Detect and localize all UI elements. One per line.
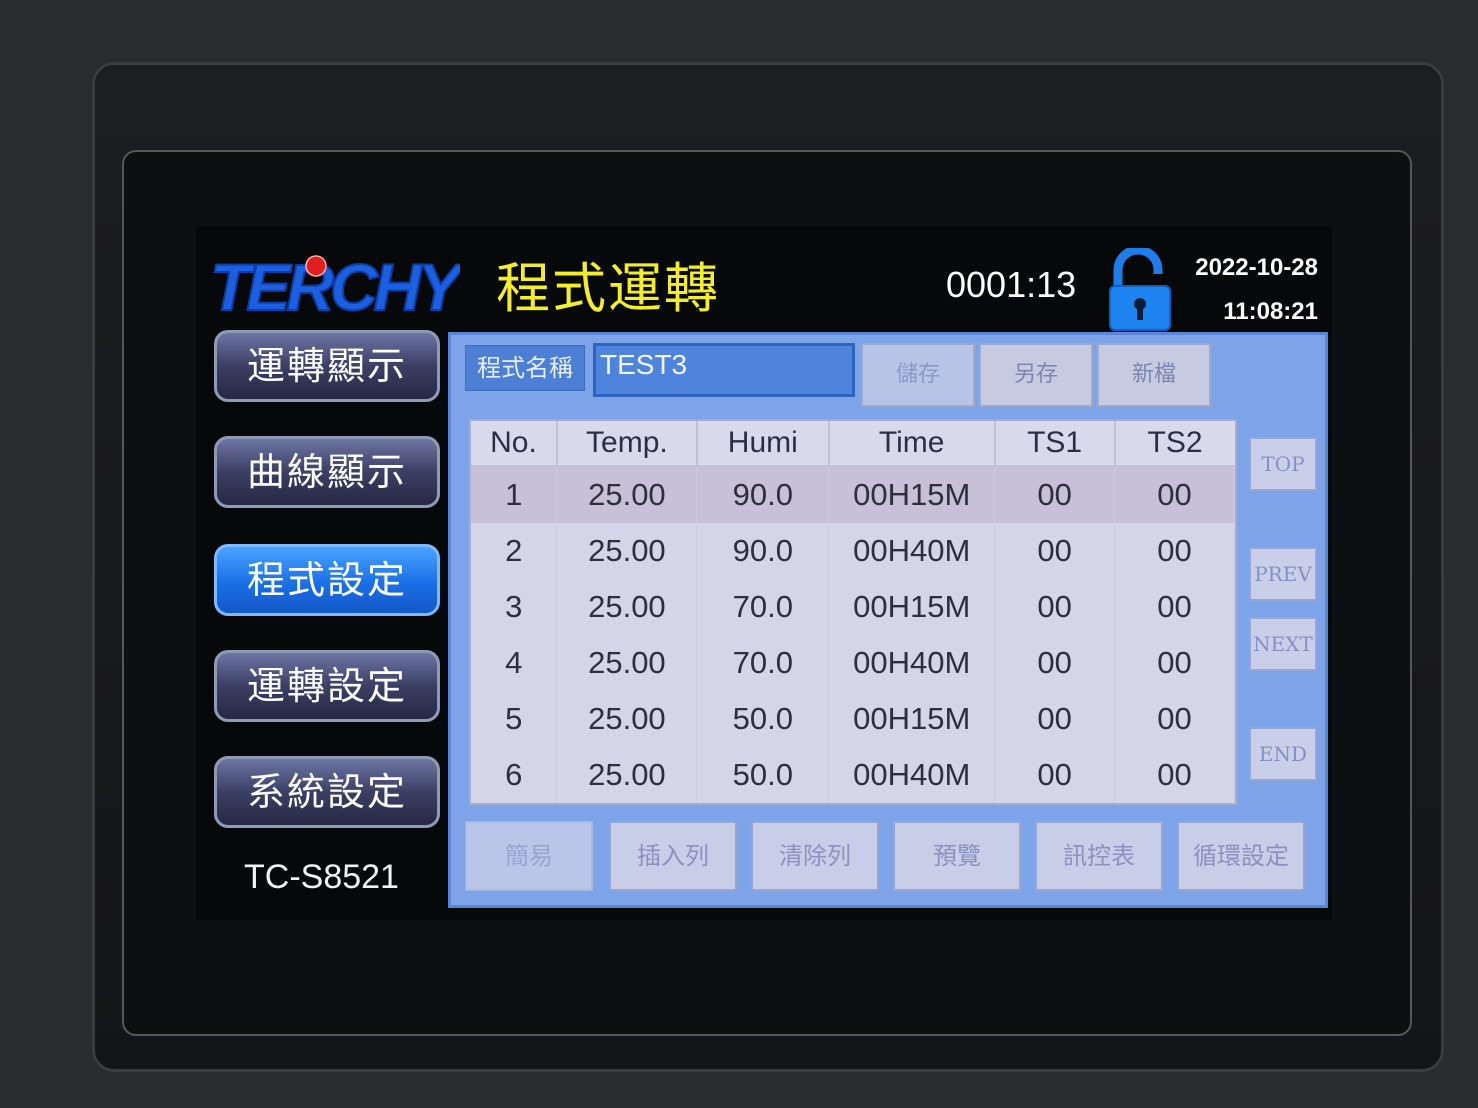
page-title: 程式運轉 (496, 257, 720, 320)
cell-time[interactable]: 00H15M (828, 691, 996, 747)
cell-no[interactable]: 3 (471, 579, 558, 635)
cell-temp[interactable]: 25.00 (556, 747, 698, 803)
cell-temp[interactable]: 25.00 (556, 523, 698, 579)
cell-no[interactable]: 6 (471, 747, 558, 803)
nav-curve-display[interactable]: 曲線顯示 (214, 436, 440, 508)
cell-time[interactable]: 00H40M (828, 635, 996, 691)
program-name-field[interactable]: TEST3 (593, 343, 855, 397)
cell-ts2[interactable]: 00 (1114, 691, 1235, 747)
cell-ts1[interactable]: 00 (994, 747, 1116, 803)
cell-temp[interactable]: 25.00 (556, 466, 698, 523)
cell-ts1[interactable]: 00 (994, 579, 1116, 635)
table-row[interactable]: 6 25.00 50.0 00H40M 00 00 (471, 747, 1235, 803)
next-button[interactable]: NEXT (1249, 617, 1317, 671)
hmi-screen: TERCHY 程式運轉 0001:13 2022-10-28 11:08:21 … (196, 226, 1332, 920)
table-row[interactable]: 1 25.00 90.0 00H15M 00 00 (471, 466, 1235, 523)
cell-no[interactable]: 4 (471, 635, 558, 691)
cell-humi[interactable]: 90.0 (696, 466, 830, 523)
cell-temp[interactable]: 25.00 (556, 691, 698, 747)
cell-time[interactable]: 00H15M (828, 466, 996, 523)
program-name-label: 程式名稱 (465, 345, 585, 391)
cell-ts2[interactable]: 00 (1114, 635, 1235, 691)
simple-button[interactable]: 簡易 (465, 821, 593, 891)
cell-humi[interactable]: 50.0 (696, 747, 830, 803)
date-display: 2022-10-28 (1195, 254, 1318, 281)
terchy-logo: TERCHY (210, 252, 460, 316)
nav-program-setting[interactable]: 程式設定 (214, 544, 440, 616)
clear-row-button[interactable]: 清除列 (751, 821, 879, 891)
preview-button[interactable]: 預覽 (893, 821, 1021, 891)
nav-run-display[interactable]: 運轉顯示 (214, 330, 440, 402)
cell-ts2[interactable]: 00 (1114, 523, 1235, 579)
cell-humi[interactable]: 90.0 (696, 523, 830, 579)
cell-ts1[interactable]: 00 (994, 466, 1116, 523)
table-row[interactable]: 4 25.00 70.0 00H40M 00 00 (471, 635, 1235, 691)
cell-temp[interactable]: 25.00 (556, 579, 698, 635)
save-as-button[interactable]: 另存 (979, 343, 1093, 407)
cell-no[interactable]: 5 (471, 691, 558, 747)
col-header-no: No. (471, 421, 558, 467)
col-header-ts2: TS2 (1114, 421, 1235, 467)
col-header-humi: Humi (696, 421, 830, 467)
cell-ts2[interactable]: 00 (1114, 466, 1235, 523)
cell-no[interactable]: 2 (471, 523, 558, 579)
loop-setting-button[interactable]: 循環設定 (1177, 821, 1305, 891)
cell-ts1[interactable]: 00 (994, 635, 1116, 691)
cell-temp[interactable]: 25.00 (556, 635, 698, 691)
model-label: TC-S8521 (244, 858, 399, 896)
table-row[interactable]: 3 25.00 70.0 00H15M 00 00 (471, 579, 1235, 635)
table-header-row: No. Temp. Humi Time TS1 TS2 (471, 421, 1235, 467)
insert-row-button[interactable]: 插入列 (609, 821, 737, 891)
cell-ts2[interactable]: 00 (1114, 747, 1235, 803)
run-counter: 0001:13 (946, 264, 1077, 305)
end-button[interactable]: END (1249, 727, 1317, 781)
table-row[interactable]: 2 25.00 90.0 00H40M 00 00 (471, 523, 1235, 579)
col-header-ts1: TS1 (994, 421, 1116, 467)
cell-ts1[interactable]: 00 (994, 691, 1116, 747)
nav-system-setting[interactable]: 系統設定 (214, 756, 440, 828)
time-display: 11:08:21 (1223, 298, 1318, 325)
unlock-icon[interactable] (1106, 248, 1172, 332)
cell-ts2[interactable]: 00 (1114, 579, 1235, 635)
save-button[interactable]: 儲存 (861, 343, 975, 407)
col-header-time: Time (828, 421, 996, 467)
cell-time[interactable]: 00H40M (828, 747, 996, 803)
signal-table-button[interactable]: 訊控表 (1035, 821, 1163, 891)
program-table: No. Temp. Humi Time TS1 TS2 1 25.00 90.0… (469, 419, 1237, 805)
logo-red-dot-icon (305, 255, 327, 277)
cell-no[interactable]: 1 (471, 466, 558, 523)
cell-ts1[interactable]: 00 (994, 523, 1116, 579)
new-file-button[interactable]: 新檔 (1097, 343, 1211, 407)
cell-humi[interactable]: 70.0 (696, 635, 830, 691)
cell-time[interactable]: 00H40M (828, 523, 996, 579)
col-header-temp: Temp. (556, 421, 698, 467)
top-button[interactable]: TOP (1249, 437, 1317, 491)
cell-humi[interactable]: 50.0 (696, 691, 830, 747)
prev-button[interactable]: PREV (1249, 547, 1317, 601)
cell-humi[interactable]: 70.0 (696, 579, 830, 635)
nav-run-setting[interactable]: 運轉設定 (214, 650, 440, 722)
logo-text: TERCHY (210, 252, 460, 316)
program-panel: 程式名稱 TEST3 儲存 另存 新檔 No. Temp. Humi Time … (448, 332, 1328, 908)
table-row[interactable]: 5 25.00 50.0 00H15M 00 00 (471, 691, 1235, 747)
cell-time[interactable]: 00H15M (828, 579, 996, 635)
